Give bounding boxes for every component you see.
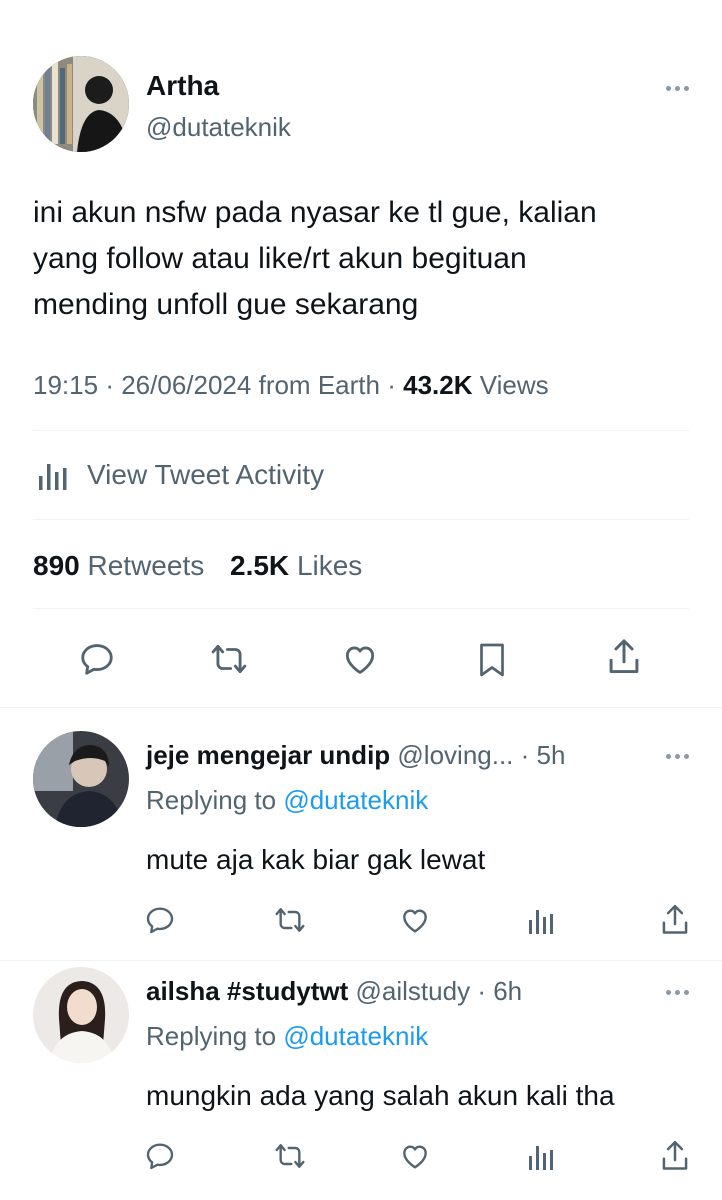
analytics-icon xyxy=(33,456,71,494)
retweets-label: Retweets xyxy=(87,550,205,581)
more-icon[interactable] xyxy=(666,86,689,91)
more-icon[interactable] xyxy=(666,754,689,759)
divider xyxy=(0,960,722,961)
reply-avatar[interactable] xyxy=(33,967,129,1063)
divider xyxy=(0,707,722,708)
tweet-text-line: mending unfoll gue sekarang xyxy=(33,288,419,321)
reply-separator: · xyxy=(520,740,530,770)
tweet-text-line: ini akun nsfw pada nyasar ke tl gue, kal… xyxy=(33,196,597,229)
reply-author-handle[interactable]: @ailstudy xyxy=(356,976,471,1006)
likes-label: Likes xyxy=(296,550,363,581)
heart-icon[interactable] xyxy=(340,640,380,678)
reply-header: jeje mengejar undip @loving... · 5h xyxy=(146,740,565,771)
author-name[interactable]: Artha xyxy=(146,70,219,102)
reply-header: ailsha #studytwt @ailstudy · 6h xyxy=(146,976,522,1007)
analytics-icon[interactable] xyxy=(526,904,556,936)
reply-separator: · xyxy=(477,976,486,1006)
author-handle[interactable]: @dutateknik xyxy=(146,112,291,143)
view-activity-button[interactable]: View Tweet Activity xyxy=(33,452,324,498)
retweets-count: 890 xyxy=(33,550,80,581)
retweet-icon[interactable] xyxy=(272,1140,308,1172)
replying-to-label: Replying to xyxy=(146,1021,277,1051)
reply-author-handle[interactable]: @loving... xyxy=(397,740,513,770)
tweet-source: from Earth xyxy=(258,370,380,400)
share-icon[interactable] xyxy=(658,902,692,938)
reply-icon[interactable] xyxy=(78,640,116,678)
reply-author-name[interactable]: ailsha #studytwt xyxy=(146,976,348,1006)
divider xyxy=(33,430,689,431)
likes-count: 2.5K xyxy=(230,550,290,581)
tweet-stats: 890 Retweets 2.5K Likes xyxy=(33,550,362,582)
meta-separator: · xyxy=(105,370,114,400)
tweet-time[interactable]: 19:15 xyxy=(33,370,98,400)
divider xyxy=(33,608,689,609)
view-activity-label: View Tweet Activity xyxy=(87,459,325,490)
divider xyxy=(33,519,689,520)
heart-icon[interactable] xyxy=(398,904,432,936)
reply-replying-to: Replying to @dutateknik xyxy=(146,785,428,816)
tweet-text: ini akun nsfw pada nyasar ke tl gue, kal… xyxy=(33,190,597,328)
retweet-icon[interactable] xyxy=(208,640,250,678)
heart-icon[interactable] xyxy=(398,1140,432,1172)
tweet-date[interactable]: 26/06/2024 xyxy=(121,370,251,400)
reply-time[interactable]: 6h xyxy=(493,976,522,1006)
tweet-text-line: yang follow atau like/rt akun begituan xyxy=(33,242,527,275)
share-icon[interactable] xyxy=(604,636,644,678)
reply-avatar[interactable] xyxy=(33,731,129,827)
retweets-stat[interactable]: 890 Retweets xyxy=(33,550,212,581)
reply-author-name[interactable]: jeje mengejar undip xyxy=(146,740,390,770)
reply-replying-to: Replying to @dutateknik xyxy=(146,1021,428,1052)
likes-stat[interactable]: 2.5K Likes xyxy=(230,550,362,581)
reply-icon[interactable] xyxy=(144,1140,176,1172)
tweet-meta: 19:15 · 26/06/2024 from Earth · 43.2K Vi… xyxy=(33,370,549,401)
author-avatar[interactable] xyxy=(33,56,129,152)
reply-text: mute aja kak biar gak lewat xyxy=(146,844,486,875)
retweet-icon[interactable] xyxy=(272,904,308,936)
views-count: 43.2K xyxy=(403,370,473,400)
replying-to-handle[interactable]: @dutateknik xyxy=(283,1021,428,1051)
share-icon[interactable] xyxy=(658,1138,692,1174)
replying-to-handle[interactable]: @dutateknik xyxy=(283,785,428,815)
reply-time[interactable]: 5h xyxy=(537,740,566,770)
replying-to-label: Replying to xyxy=(146,785,277,815)
bookmark-icon[interactable] xyxy=(474,640,510,680)
analytics-icon[interactable] xyxy=(526,1140,556,1172)
meta-separator: · xyxy=(387,370,396,400)
more-icon[interactable] xyxy=(666,990,689,995)
reply-icon[interactable] xyxy=(144,904,176,936)
reply-text: mungkin ada yang salah akun kali tha xyxy=(146,1080,615,1111)
views-label: Views xyxy=(479,370,549,400)
